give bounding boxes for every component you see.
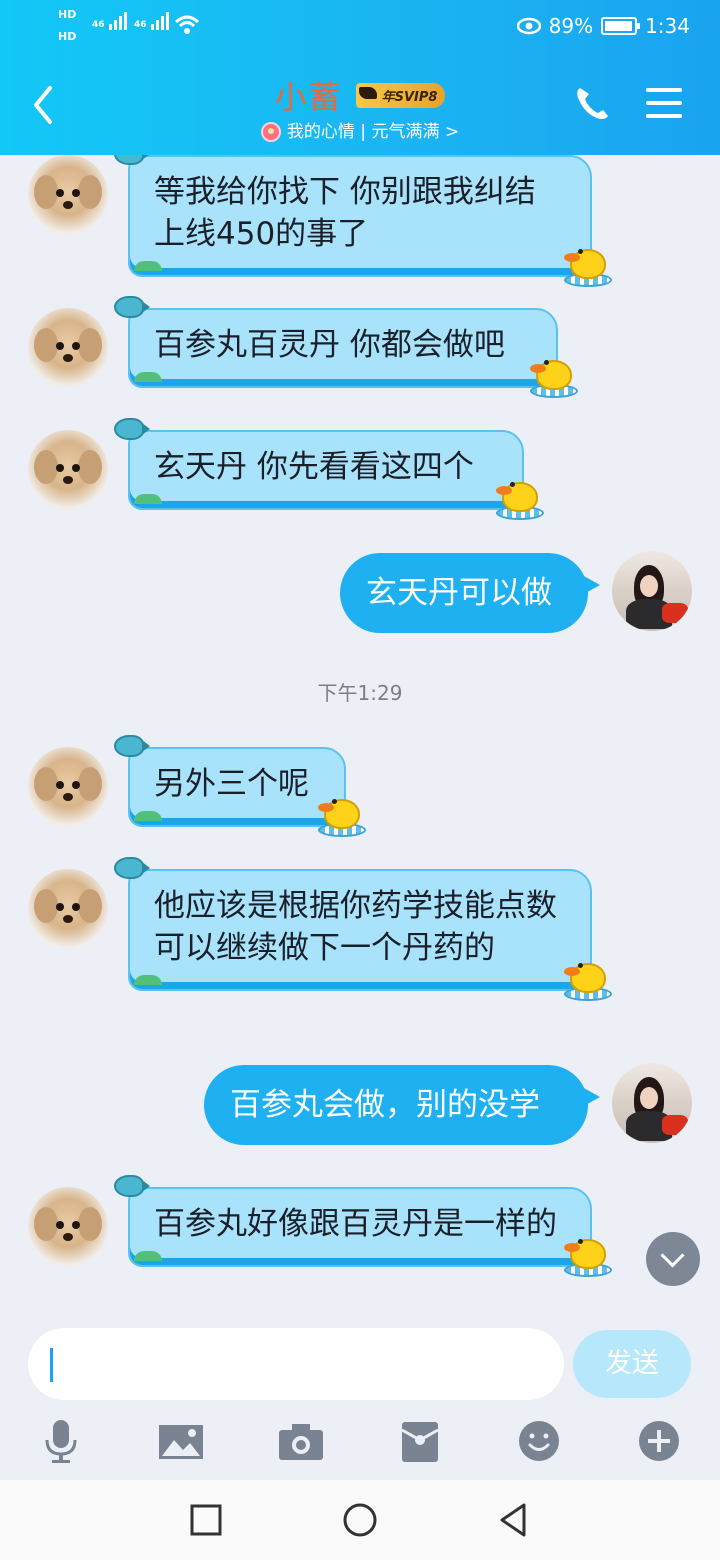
camera-icon[interactable] bbox=[278, 1418, 324, 1464]
hd-icon: HD bbox=[58, 30, 77, 43]
message-bubble-outgoing[interactable]: 百参丸会做，别的没学 bbox=[204, 1065, 600, 1145]
contact-avatar[interactable] bbox=[28, 747, 108, 827]
contact-avatar[interactable] bbox=[28, 430, 108, 510]
hd-icon: HD bbox=[58, 8, 77, 21]
duck-icon bbox=[564, 239, 612, 287]
battery-icon bbox=[601, 17, 641, 35]
wifi-icon bbox=[174, 15, 200, 34]
emoji-icon[interactable] bbox=[518, 1418, 560, 1464]
leaf-icon bbox=[134, 261, 162, 271]
fish-icon bbox=[114, 418, 150, 440]
fish-icon bbox=[114, 155, 150, 165]
duck-icon bbox=[318, 789, 366, 837]
fish-icon bbox=[114, 296, 150, 318]
send-button[interactable]: 发送 bbox=[573, 1330, 691, 1398]
back-nav-icon[interactable] bbox=[494, 1500, 534, 1540]
message-bubble-incoming[interactable]: 玄天丹 你先看看这四个 bbox=[114, 418, 544, 520]
mood-icon bbox=[260, 122, 281, 142]
duck-icon bbox=[530, 350, 578, 398]
message-bubble-incoming[interactable]: 另外三个呢 bbox=[114, 735, 366, 837]
status-time: 1:34 bbox=[645, 14, 690, 38]
fish-icon bbox=[114, 1175, 150, 1197]
leaf-icon bbox=[134, 811, 162, 821]
message-input[interactable] bbox=[28, 1328, 564, 1400]
mood-status[interactable]: 我的心情 | 元气满满 > bbox=[0, 117, 720, 142]
leaf-icon bbox=[134, 975, 162, 985]
duck-icon bbox=[564, 953, 612, 1001]
signal-icon: 46 bbox=[92, 12, 127, 30]
scroll-to-bottom-button[interactable] bbox=[646, 1232, 700, 1286]
fish-icon bbox=[114, 857, 150, 879]
image-icon[interactable] bbox=[158, 1418, 204, 1464]
leaf-icon bbox=[134, 1251, 162, 1261]
contact-avatar[interactable] bbox=[28, 1187, 108, 1267]
user-avatar[interactable] bbox=[612, 1063, 692, 1143]
home-icon[interactable] bbox=[340, 1500, 380, 1540]
message-bubble-incoming[interactable]: 等我给你找下 你别跟我纠结上线450的事了 bbox=[114, 155, 612, 287]
red-packet-icon[interactable] bbox=[400, 1418, 440, 1464]
system-nav-bar bbox=[0, 1480, 720, 1560]
plus-icon[interactable] bbox=[638, 1418, 680, 1464]
message-bubble-outgoing[interactable]: 玄天丹可以做 bbox=[340, 553, 600, 633]
message-timestamp: 下午1:29 bbox=[317, 681, 403, 705]
fish-icon bbox=[114, 735, 150, 757]
message-bubble-incoming[interactable]: 百参丸百灵丹 你都会做吧 bbox=[114, 296, 578, 398]
status-bar: HD HD 46 46 89% 1:34 bbox=[0, 8, 720, 48]
menu-icon[interactable] bbox=[646, 88, 682, 120]
message-bubble-incoming[interactable]: 他应该是根据你药学技能点数 可以继续做下一个丹药的 bbox=[114, 857, 612, 1001]
contact-name[interactable]: 小蓄 bbox=[275, 78, 343, 116]
recents-icon[interactable] bbox=[186, 1500, 226, 1540]
user-avatar[interactable] bbox=[612, 551, 692, 631]
signal-icon: 46 bbox=[134, 12, 169, 30]
svip-badge: 年SVIP8 bbox=[355, 82, 446, 108]
microphone-icon[interactable] bbox=[40, 1418, 82, 1464]
eye-icon bbox=[516, 17, 541, 35]
message-list[interactable]: 等我给你找下 你别跟我纠结上线450的事了 百参丸百灵丹 你都会做吧 玄天丹 你… bbox=[0, 155, 720, 1325]
leaf-icon bbox=[134, 372, 162, 382]
duck-icon bbox=[564, 1229, 612, 1277]
contact-avatar[interactable] bbox=[28, 155, 108, 235]
phone-icon[interactable] bbox=[572, 84, 612, 124]
contact-avatar[interactable] bbox=[28, 308, 108, 388]
text-caret bbox=[50, 1348, 53, 1382]
input-toolbar bbox=[0, 1412, 720, 1476]
contact-avatar[interactable] bbox=[28, 869, 108, 949]
message-bubble-incoming[interactable]: 百参丸好像跟百灵丹是一样的 bbox=[114, 1175, 612, 1277]
chat-header: HD HD 46 46 89% 1:34 小蓄 年SVIP8 我的心情 | 元气… bbox=[0, 0, 720, 155]
leaf-icon bbox=[134, 494, 162, 504]
duck-icon bbox=[496, 472, 544, 520]
battery-percent: 89% bbox=[548, 14, 594, 38]
